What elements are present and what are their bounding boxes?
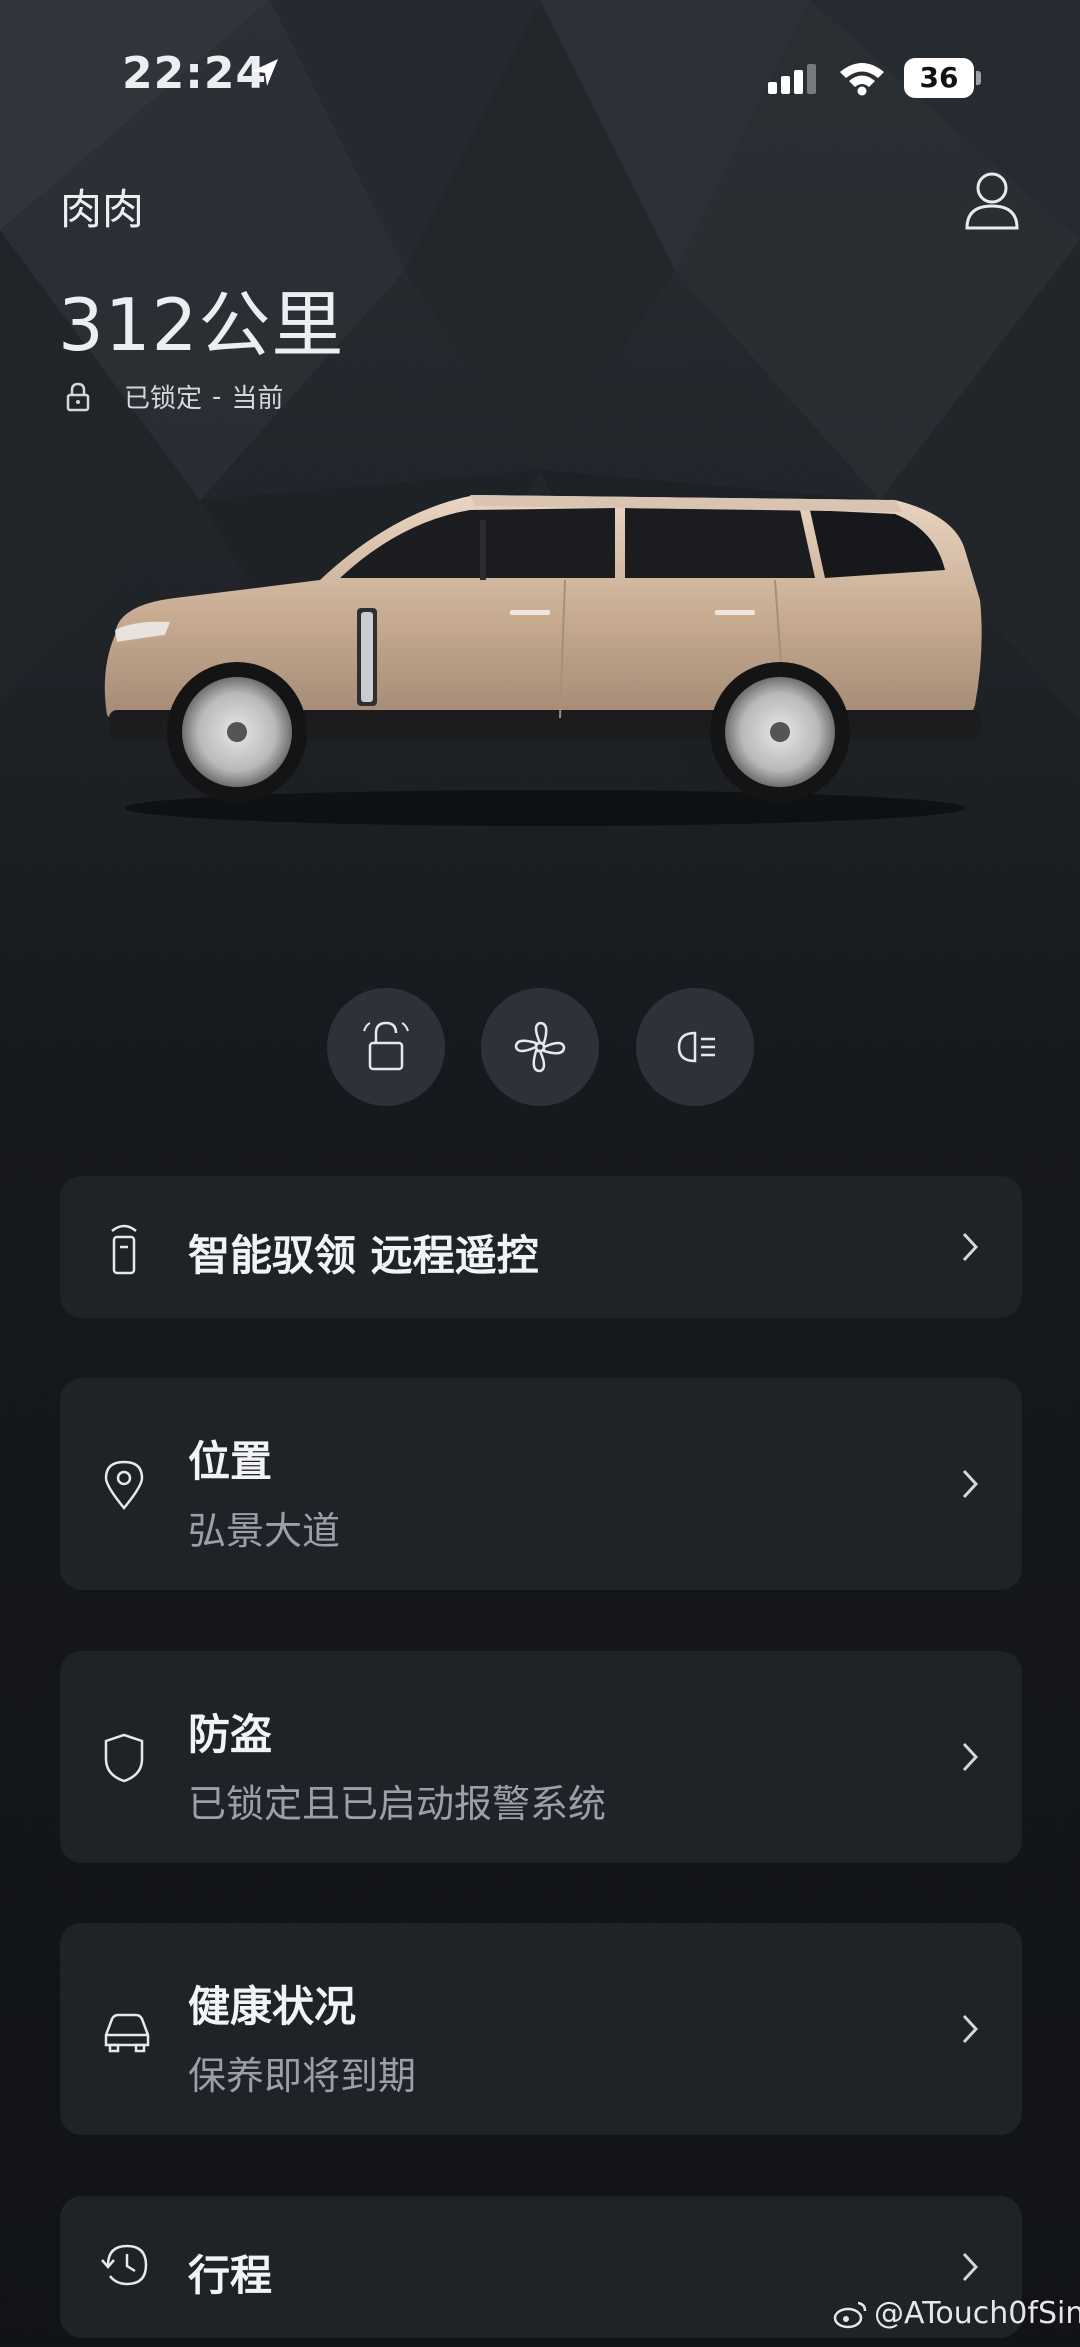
range-value: 312公里 — [58, 283, 345, 367]
shield-icon — [104, 1733, 144, 1783]
profile-icon[interactable] — [964, 170, 1020, 232]
chevron-right-icon — [962, 2252, 979, 2282]
headlight-icon — [677, 1031, 715, 1063]
battery-level: 36 — [904, 58, 974, 98]
chevron-right-icon — [962, 1232, 979, 1262]
lock-status-line: 已锁定 - 当前 — [64, 378, 283, 415]
lock-time: 当前 — [231, 384, 284, 414]
battery-tip — [976, 71, 981, 85]
vehicle-image — [104, 495, 982, 826]
card-title: 智能驭领 远程遥控 — [188, 1231, 539, 1280]
card-health[interactable]: 健康状况 保养即将到期 — [60, 1923, 1022, 2135]
quick-action-unlock[interactable] — [327, 988, 445, 1106]
unlock-icon — [363, 1021, 409, 1071]
card-subtitle: 已锁定且已启动报警系统 — [188, 1782, 607, 1826]
status-time: 22:24 — [122, 48, 268, 99]
separator: - — [212, 381, 222, 412]
card-subtitle: 保养即将到期 — [188, 2054, 417, 2098]
lock-status-text: 已锁定 — [124, 384, 203, 414]
card-title: 行程 — [188, 2251, 273, 2300]
chevron-right-icon — [962, 1469, 979, 1499]
watermark-text: @ATouch0fSin — [874, 2296, 1080, 2331]
card-anti-theft[interactable]: 防盗 已锁定且已启动报警系统 — [60, 1651, 1022, 1863]
card-location[interactable]: 位置 弘景大道 — [60, 1378, 1022, 1590]
chevron-right-icon — [962, 2014, 979, 2044]
chevron-right-icon — [962, 1742, 979, 1772]
quick-action-fan[interactable] — [481, 988, 599, 1106]
weibo-logo-icon — [833, 2301, 867, 2328]
history-icon — [101, 2244, 148, 2286]
key-fob-icon — [111, 1224, 137, 1275]
card-remote-control[interactable]: 智能驭领 远程遥控 — [60, 1176, 1022, 1318]
fan-icon — [514, 1021, 566, 1073]
watermark: @ATouch0fSin — [832, 2296, 1080, 2331]
location-pin-icon — [104, 1460, 144, 1510]
card-subtitle: 弘景大道 — [188, 1509, 341, 1553]
car-icon — [104, 2013, 150, 2053]
card-title: 防盗 — [188, 1710, 273, 1759]
card-title: 位置 — [188, 1437, 273, 1486]
quick-action-headlight[interactable] — [636, 988, 754, 1106]
card-title: 健康状况 — [188, 1982, 357, 2031]
wifi-icon — [840, 63, 884, 96]
cellular-signal-icon — [768, 64, 816, 94]
status-bar: 22:24 36 — [0, 0, 1080, 150]
location-arrow-icon — [252, 59, 278, 86]
lock-icon — [66, 382, 90, 411]
vehicle-name: 肉肉 — [60, 185, 145, 234]
